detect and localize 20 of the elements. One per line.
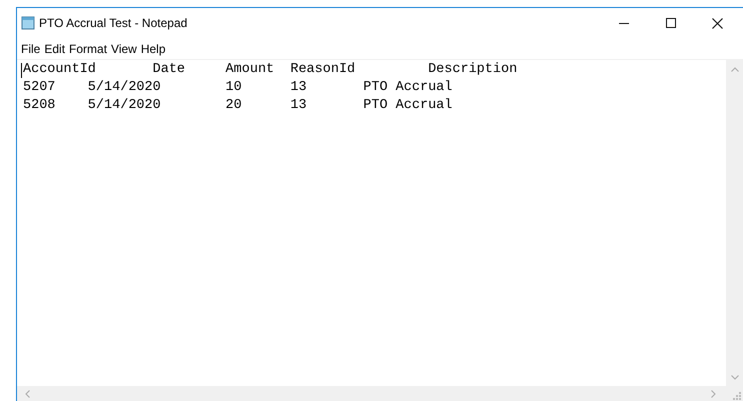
resize-grip-icon[interactable]: [733, 392, 741, 400]
menu-item[interactable]: Edit: [43, 42, 68, 56]
maximize-icon: [666, 18, 676, 28]
scroll-down-icon: [730, 375, 738, 380]
notepad-icon: [21, 16, 35, 30]
scroll-right-icon: [711, 390, 716, 398]
text-editor[interactable]: AccountId Date Amount ReasonId Description 5207 5/14/2020 10 13 PTO Accrual 5208 5/14/2020 20 13 PTO Accrual: [17, 60, 726, 386]
text-line: 5208 5/14/2020 20 13 PTO Accrual: [23, 97, 452, 115]
text-cursor: [21, 63, 22, 78]
window-title: PTO Accrual Test - Notepad: [39, 16, 188, 30]
minimize-icon: [618, 22, 628, 24]
menu-item[interactable]: File: [20, 42, 44, 56]
text-line: 5207 5/14/2020 10 13 PTO Accrual: [23, 79, 452, 97]
close-icon: [712, 18, 723, 28]
text-line: AccountId Date Amount ReasonId Description: [23, 61, 518, 79]
menu-item[interactable]: View: [110, 42, 140, 56]
menu-item[interactable]: Help: [140, 42, 169, 56]
menu-item[interactable]: Format: [68, 42, 110, 56]
scroll-left-icon: [25, 390, 30, 398]
scroll-up-icon: [730, 67, 738, 72]
